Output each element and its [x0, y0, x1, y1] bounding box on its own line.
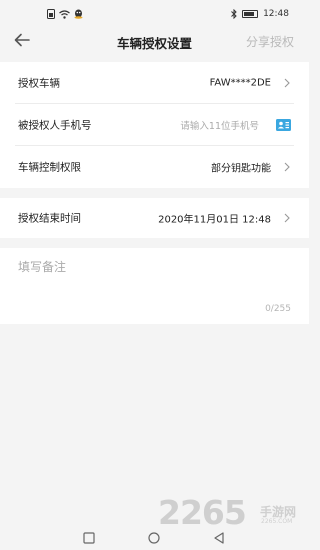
status-time: 12:48	[263, 9, 289, 19]
qq-icon	[74, 9, 83, 19]
share-authorization-button[interactable]: 分享授权	[246, 33, 294, 50]
authorization-form-card: 授权车辆 FAW****2DE 被授权人手机号 请输入11位手机号 车辆控制权限…	[0, 62, 309, 188]
control-permission-label: 车辆控制权限	[18, 161, 81, 174]
chevron-right-icon	[284, 213, 290, 223]
vehicle-value: FAW****2DE	[209, 77, 271, 89]
phone-input[interactable]: 请输入11位手机号	[180, 118, 259, 132]
remark-card: 0/255	[0, 248, 309, 324]
end-time-label: 授权结束时间	[18, 212, 81, 225]
wifi-icon	[59, 9, 70, 19]
phone-row: 被授权人手机号 请输入11位手机号	[0, 104, 309, 146]
nav-bar: 车辆授权设置 分享授权	[0, 30, 309, 52]
remark-char-counter: 0/255	[265, 304, 291, 314]
recent-apps-icon[interactable]	[82, 531, 96, 545]
bluetooth-icon	[231, 9, 237, 19]
chevron-right-icon	[284, 162, 290, 172]
control-permission-value: 部分钥匙功能	[211, 163, 271, 175]
end-time-value: 2020年11月01日 12:48	[158, 214, 271, 226]
system-nav-bar	[0, 526, 309, 550]
battery-icon	[242, 10, 259, 18]
status-bar-left	[47, 9, 83, 19]
phone-label: 被授权人手机号	[18, 119, 92, 132]
watermark-url: 2265.COM	[261, 518, 293, 525]
home-icon[interactable]	[147, 531, 161, 545]
end-time-card: 授权结束时间 2020年11月01日 12:48	[0, 198, 309, 238]
watermark-logo: 2265 手游网 2265.COM	[158, 496, 308, 530]
status-bar: 12:48	[0, 0, 309, 30]
chevron-right-icon	[284, 78, 290, 88]
end-time-row[interactable]: 授权结束时间 2020年11月01日 12:48	[0, 198, 309, 238]
vehicle-row[interactable]: 授权车辆 FAW****2DE	[0, 62, 309, 104]
sim-icon	[47, 9, 55, 19]
watermark-number: 2265	[158, 493, 247, 532]
control-permission-row[interactable]: 车辆控制权限 部分钥匙功能	[0, 146, 309, 188]
contacts-icon[interactable]	[276, 119, 291, 131]
remark-input[interactable]	[18, 258, 291, 298]
status-bar-right: 12:48	[231, 9, 289, 19]
vehicle-label: 授权车辆	[18, 77, 60, 90]
back-triangle-icon[interactable]	[212, 531, 226, 545]
